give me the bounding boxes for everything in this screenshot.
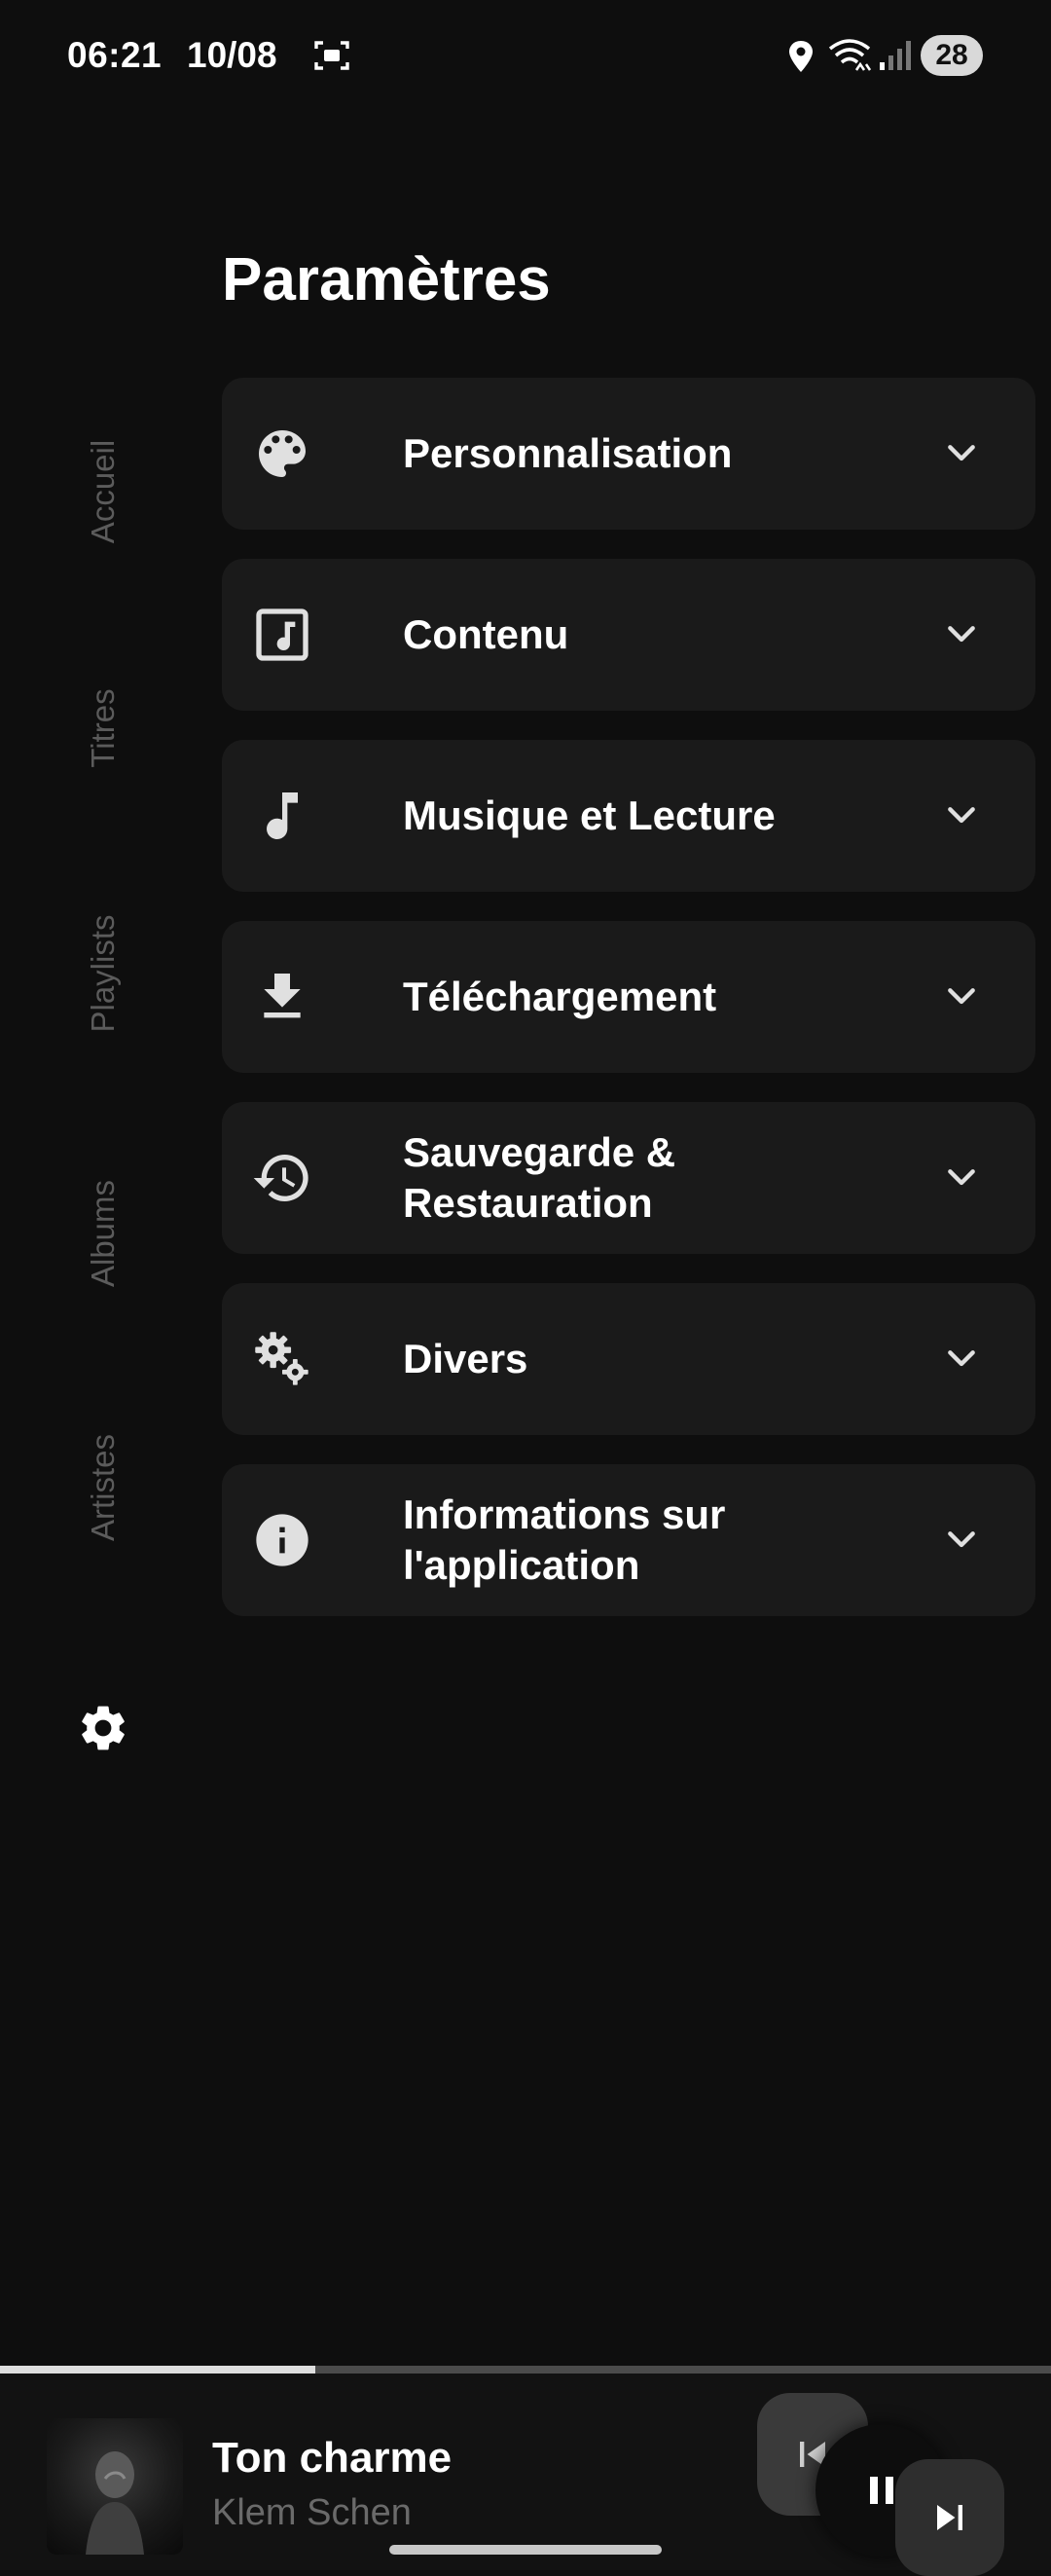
album-art[interactable]	[47, 2418, 183, 2555]
download-icon	[264, 974, 301, 1018]
signal-icon	[880, 41, 911, 70]
settings-item-label: Personnalisation	[403, 430, 733, 476]
sidenav-item-artistes[interactable]: Artistes	[85, 1434, 122, 1541]
page-title: Paramètres	[222, 246, 551, 313]
gears-icon	[255, 1332, 308, 1385]
status-time: 06:21	[67, 35, 163, 75]
palette-icon	[259, 430, 306, 477]
chevron-down-icon	[948, 1350, 975, 1367]
chevron-down-icon	[948, 626, 975, 643]
music-note-icon	[267, 792, 298, 840]
screenshot-icon	[314, 41, 349, 70]
settings-item-personnalisation[interactable]: Personnalisation	[222, 378, 1035, 530]
restore-icon	[253, 1155, 308, 1201]
gear-icon[interactable]	[76, 1701, 130, 1755]
settings-item-label: Téléchargement	[403, 974, 717, 1019]
wifi-icon	[828, 39, 872, 71]
album-art-image	[86, 2451, 144, 2555]
settings-item-label: Informations sur l'application	[403, 1491, 726, 1588]
sidenav-item-titres[interactable]: Titres	[85, 688, 122, 767]
sidenav-item-albums[interactable]: Albums	[85, 1180, 122, 1287]
settings-item-label: Musique et Lecture	[403, 792, 776, 838]
song-title: Ton charme	[212, 2434, 453, 2482]
next-button[interactable]	[895, 2459, 1004, 2576]
song-artist: Klem Schen	[212, 2492, 412, 2533]
settings-item-label: Divers	[403, 1336, 528, 1381]
sidenav-item-playlists[interactable]: Playlists	[85, 914, 122, 1032]
sidenav-item-accueil[interactable]: Accueil	[85, 440, 122, 543]
chevron-down-icon	[948, 807, 975, 824]
info-icon	[256, 1514, 308, 1566]
settings-item-divers[interactable]: Divers	[222, 1283, 1035, 1435]
status-bar: 06:21 10/08 28	[0, 0, 1051, 112]
skip-next-icon	[937, 2505, 962, 2530]
settings-item-label: Sauvegarde & Restauration	[403, 1129, 676, 1226]
chevron-down-icon	[948, 1531, 975, 1548]
settings-item-musique-lecture[interactable]: Musique et Lecture	[222, 740, 1035, 892]
chevron-down-icon	[948, 988, 975, 1005]
playback-progress-fill	[0, 2366, 315, 2374]
playback-progress-bar[interactable]	[0, 2366, 1051, 2374]
status-date: 10/08	[187, 35, 277, 75]
chevron-down-icon	[948, 1169, 975, 1186]
settings-item-telechargement[interactable]: Téléchargement	[222, 921, 1035, 1073]
home-indicator[interactable]	[389, 2545, 662, 2555]
settings-item-label: Contenu	[403, 611, 569, 657]
location-icon	[789, 41, 813, 72]
settings-item-informations[interactable]: Informations sur l'application	[222, 1464, 1035, 1616]
settings-item-contenu[interactable]: Contenu	[222, 559, 1035, 711]
mini-player[interactable]: Ton charme Klem Schen	[0, 2374, 1051, 2576]
music-box-icon	[256, 608, 308, 661]
settings-item-sauvegarde[interactable]: Sauvegarde & Restauration	[222, 1102, 1035, 1254]
battery-badge: 28	[921, 35, 983, 76]
chevron-down-icon	[948, 445, 975, 461]
